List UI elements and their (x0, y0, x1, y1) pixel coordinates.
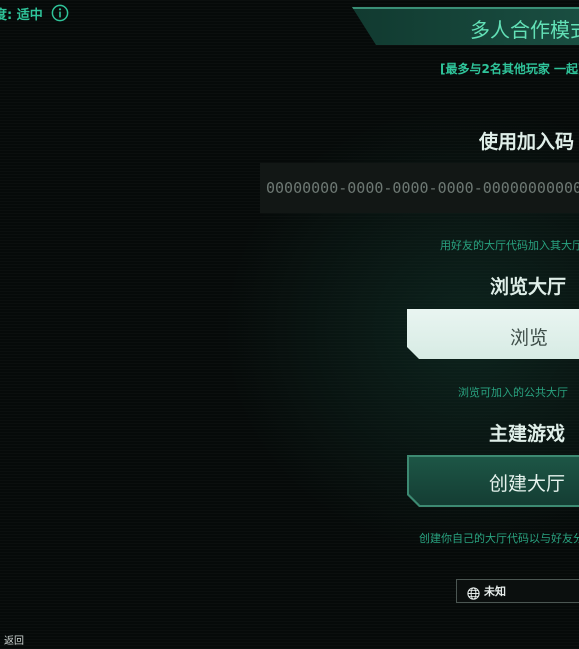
browse-button-label: 浏览 (510, 327, 549, 349)
mode-banner-edge (352, 7, 579, 9)
back-button[interactable]: 返回 (4, 632, 24, 647)
browse-button[interactable]: 浏览 (407, 309, 579, 359)
multiplayer-screen: 度: 适中 多人合作模式 [最多与2名其他玩家 一起] 使用加入码 用好友的大厅… (0, 0, 579, 649)
create-lobby-hint: 创建你自己的大厅代码以与好友分享 (419, 532, 579, 545)
region-select[interactable]: 未知 (456, 579, 579, 603)
region-value: 未知 (484, 585, 506, 598)
difficulty-label: 度: 适中 (0, 7, 43, 23)
info-icon[interactable] (51, 4, 69, 22)
globe-icon (467, 585, 480, 600)
create-lobby-button[interactable]: 创建大厅 (407, 455, 579, 507)
join-code-heading: 使用加入码 (479, 131, 575, 153)
difficulty-indicator: 度: 适中 (0, 4, 69, 23)
join-code-hint: 用好友的大厅代码加入其大厅 (440, 239, 579, 252)
browse-hint: 浏览可加入的公共大厅 (458, 386, 568, 399)
mode-subtitle: [最多与2名其他玩家 一起] (440, 62, 579, 76)
host-game-heading: 主建游戏 (489, 423, 566, 445)
create-lobby-button-label: 创建大厅 (489, 473, 566, 495)
mode-title: 多人合作模式 (470, 18, 579, 42)
join-code-input[interactable] (260, 163, 579, 213)
browse-lobby-heading: 浏览大厅 (490, 276, 567, 298)
